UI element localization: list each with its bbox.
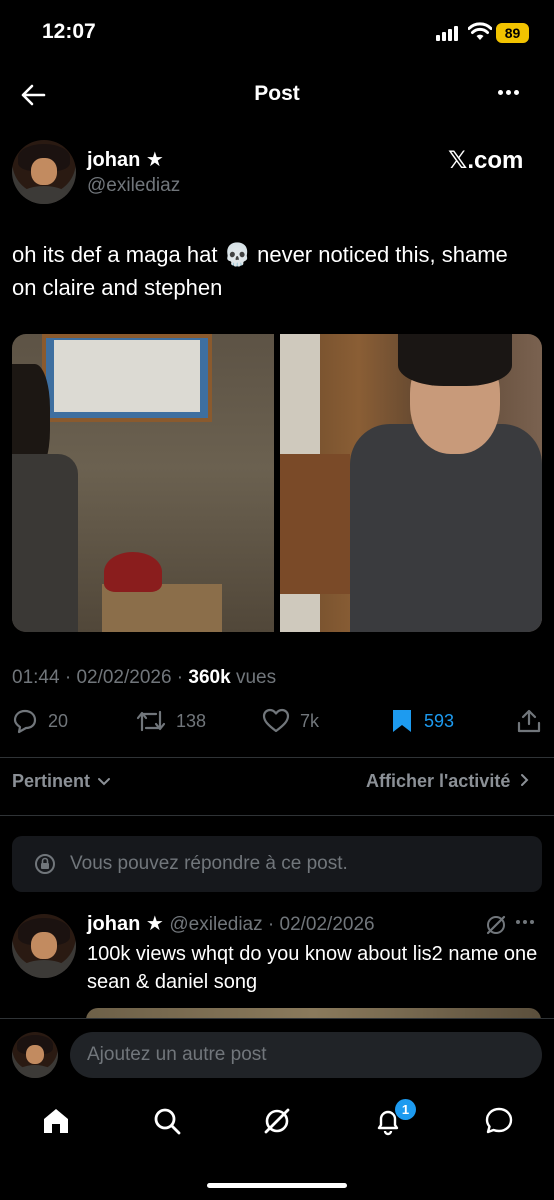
bookmark-filled-icon (393, 710, 411, 732)
search-icon[interactable] (152, 1106, 182, 1136)
media-image-1[interactable] (12, 334, 274, 632)
status-time: 12:07 (42, 20, 96, 43)
reply-icon (13, 709, 37, 734)
compose-input[interactable]: Ajoutez un autre post (70, 1032, 542, 1078)
reply-header: johan ★ @exilediaz · 02/02/2026 (87, 913, 375, 935)
author-name[interactable]: johan ★ (87, 147, 164, 172)
views-count: 360k (188, 667, 231, 688)
compose-avatar (12, 1032, 58, 1078)
chevron-right-icon (521, 774, 529, 786)
like-button[interactable]: 7k (262, 708, 319, 734)
sort-dropdown[interactable]: Pertinent (12, 771, 111, 792)
actions-divider (0, 757, 554, 758)
reply-author-avatar[interactable] (12, 914, 76, 978)
post-actions: 20 138 7k 593 (12, 708, 542, 744)
reply-permission-notice: Vous pouvez répondre à ce post. (12, 836, 542, 892)
grok-icon[interactable] (484, 913, 508, 937)
messages-icon[interactable] (484, 1106, 514, 1136)
source-label: 𝕏.com (448, 147, 524, 174)
heart-icon (262, 708, 290, 733)
author-avatar[interactable] (12, 140, 76, 204)
share-button[interactable] (516, 708, 542, 734)
share-icon (517, 709, 541, 733)
skull-emoji: 💀 (223, 242, 251, 267)
reply-button[interactable]: 20 (12, 708, 68, 734)
repost-icon (136, 710, 166, 732)
reply-date: 02/02/2026 (279, 914, 375, 935)
reply-author-handle[interactable]: @exilediaz (169, 914, 262, 935)
like-count: 7k (300, 710, 320, 731)
view-activity-link[interactable]: Afficher l'activité (366, 771, 531, 792)
page-title: Post (254, 82, 300, 105)
bookmark-button[interactable]: 593 (390, 708, 454, 734)
wifi-icon (468, 22, 492, 40)
post-meta: 01:44 · 02/02/2026 · 360k vues (12, 667, 277, 688)
repost-count: 138 (176, 710, 207, 731)
chevron-down-icon (98, 778, 111, 786)
reply-count: 20 (48, 710, 69, 731)
battery-indicator: 89 (496, 23, 529, 43)
reply-text: 100k views whqt do you know about lis2 n… (87, 943, 538, 993)
media-image-2[interactable] (280, 334, 542, 632)
reply-author-name[interactable]: johan ★ (87, 913, 164, 935)
sort-divider (0, 815, 554, 816)
notifications-badge: 1 (395, 1099, 416, 1120)
grok-tab-icon[interactable] (262, 1106, 292, 1136)
post-text: oh its def a maga hat 💀 never noticed th… (12, 242, 508, 300)
cellular-signal-icon (436, 26, 458, 41)
bookmark-count: 593 (424, 710, 455, 731)
repost-button[interactable]: 138 (136, 708, 206, 734)
author-handle[interactable]: @exilediaz (87, 175, 180, 197)
reply-more-icon[interactable] (516, 920, 534, 924)
home-icon[interactable] (41, 1106, 71, 1136)
more-options-icon[interactable] (498, 90, 519, 95)
post-media[interactable] (12, 334, 542, 632)
home-indicator (207, 1183, 347, 1188)
lock-icon (35, 854, 55, 874)
